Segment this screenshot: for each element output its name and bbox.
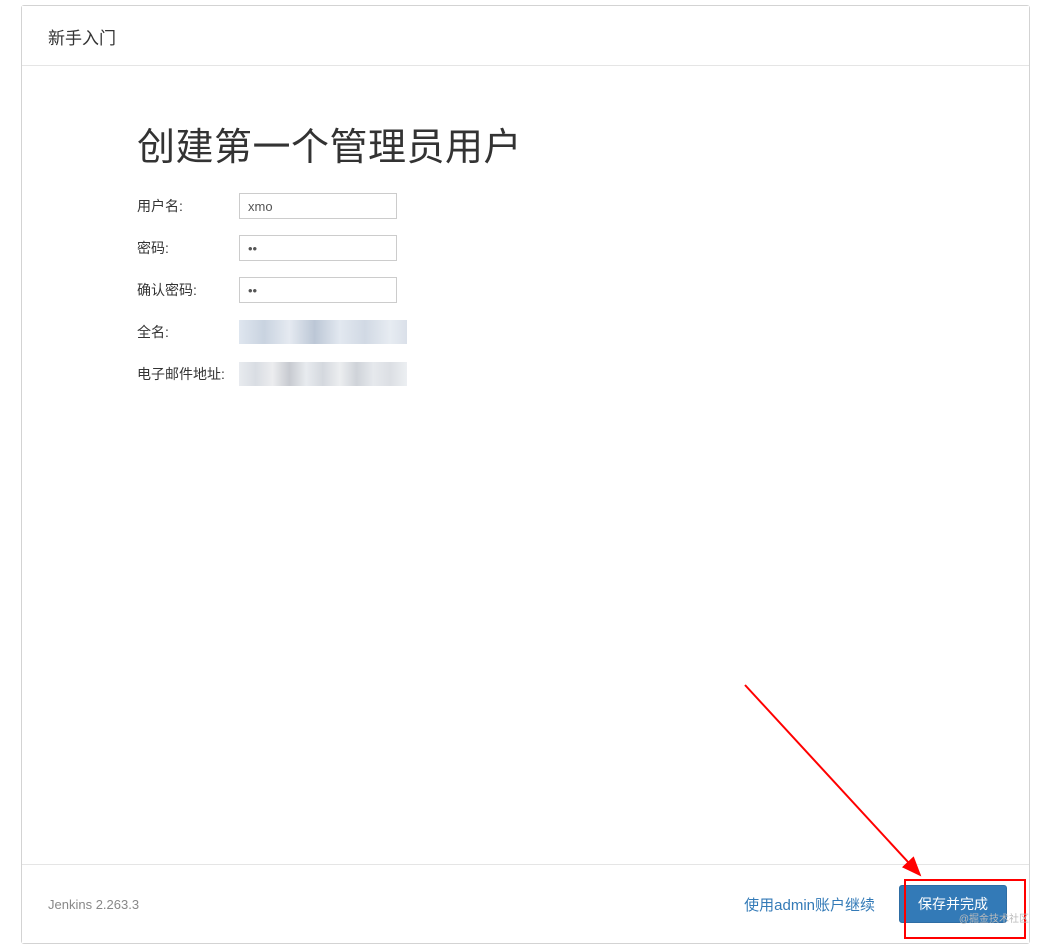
setup-wizard-window: 新手入门 创建第一个管理员用户 用户名: 密码: 确认密码: 全名: 电子邮件地…	[21, 5, 1030, 944]
header-bar: 新手入门	[22, 6, 1029, 66]
form-row-confirm-password: 确认密码:	[137, 277, 1029, 303]
password-label: 密码:	[137, 238, 239, 258]
save-and-finish-button[interactable]: 保存并完成	[899, 885, 1007, 923]
header-title: 新手入门	[48, 24, 1003, 49]
footer-bar: Jenkins 2.263.3 使用admin账户继续 保存并完成	[22, 864, 1029, 943]
form-row-username: 用户名:	[137, 193, 1029, 219]
username-input[interactable]	[239, 193, 397, 219]
confirm-password-label: 确认密码:	[137, 280, 239, 300]
form-row-fullname: 全名:	[137, 319, 1029, 345]
content-area: 创建第一个管理员用户 用户名: 密码: 确认密码: 全名: 电子邮件地址:	[22, 66, 1029, 864]
fullname-redacted	[239, 320, 407, 344]
form-row-email: 电子邮件地址:	[137, 361, 1029, 387]
form-row-password: 密码:	[137, 235, 1029, 261]
email-redacted	[239, 362, 407, 386]
password-input[interactable]	[239, 235, 397, 261]
fullname-label: 全名:	[137, 322, 239, 342]
page-heading: 创建第一个管理员用户	[137, 116, 1029, 171]
footer-actions: 使用admin账户继续 保存并完成	[744, 885, 1007, 923]
continue-as-admin-link[interactable]: 使用admin账户继续	[744, 894, 875, 915]
email-label: 电子邮件地址:	[137, 364, 239, 384]
confirm-password-input[interactable]	[239, 277, 397, 303]
username-label: 用户名:	[137, 196, 239, 216]
version-label: Jenkins 2.263.3	[48, 897, 139, 912]
